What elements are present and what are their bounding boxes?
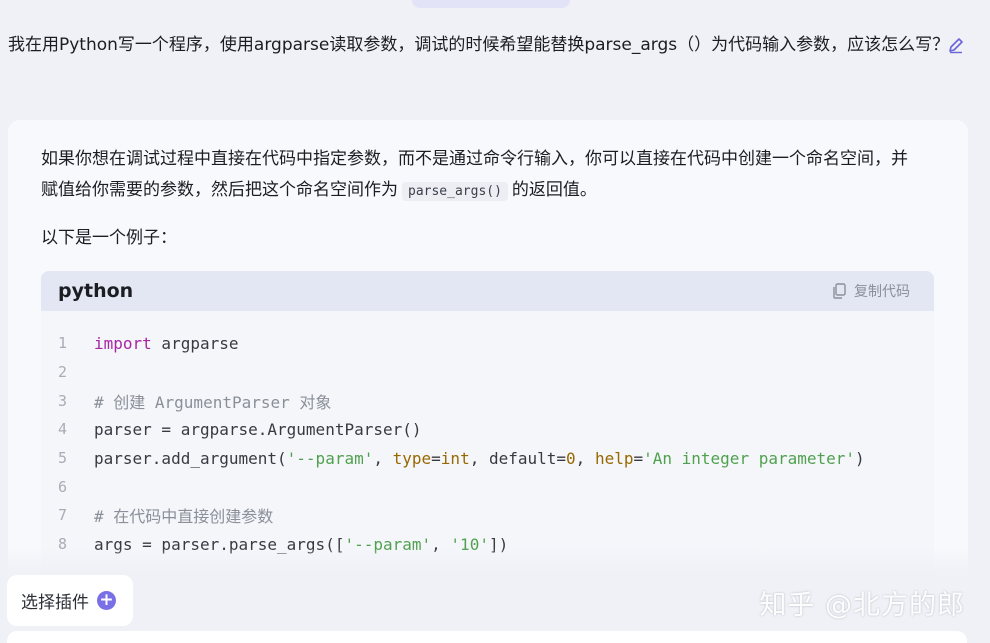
code-language: python <box>58 280 134 302</box>
top-tab-indicator <box>412 0 570 8</box>
code-token: '--param' <box>286 448 374 468</box>
line-number: 1 <box>58 334 68 353</box>
code-token: 0 <box>566 448 576 468</box>
code-token: = <box>431 448 441 468</box>
inline-code: parse_args() <box>402 182 508 201</box>
code-body: 1 import argparse 2 3 # 创建 ArgumentParse… <box>41 311 934 559</box>
code-text: parser = argparse.ArgumentParser() <box>94 419 422 439</box>
code-line: 1 import argparse <box>41 329 934 358</box>
code-token: , <box>575 448 595 468</box>
copy-code-label: 复制代码 <box>854 284 910 300</box>
select-plugin-button[interactable]: 选择插件 + <box>7 575 133 626</box>
code-comment: # 在代码中直接创建参数 <box>94 507 274 527</box>
code-token: , default= <box>469 448 567 468</box>
answer-paragraph-1: 如果你想在调试过程中直接在代码中指定参数，而不是通过命令行输入，你可以直接在代码… <box>41 144 921 207</box>
select-plugin-label: 选择插件 <box>21 593 89 613</box>
user-message-text: 我在用Python写一个程序，使用argparse读取参数，调试的时候希望能替换… <box>8 35 950 55</box>
code-token: argparse <box>151 333 239 353</box>
code-header: python 复制代码 <box>41 271 934 311</box>
line-number: 4 <box>58 420 68 439</box>
plus-icon: + <box>97 591 116 610</box>
code-token: , <box>373 448 393 468</box>
edit-message-button[interactable] <box>942 33 970 57</box>
code-line: 3 # 创建 ArgumentParser 对象 <box>41 386 934 415</box>
code-text: parser.add_argument('--param', type=int,… <box>94 449 865 468</box>
code-token: = <box>633 448 644 468</box>
code-token: import <box>94 333 152 353</box>
code-line: 5 parser.add_argument('--param', type=in… <box>41 444 934 473</box>
code-line: 2 <box>41 358 934 387</box>
answer-paragraph-2: 以下是一个例子： <box>41 228 177 248</box>
line-number: 6 <box>58 477 68 496</box>
code-token: 'An integer parameter' <box>643 448 856 468</box>
code-token: type <box>392 448 432 468</box>
code-token: int <box>440 448 470 468</box>
line-number: 3 <box>58 391 68 410</box>
code-token: parser.add_argument( <box>94 448 287 468</box>
code-comment: # 创建 ArgumentParser 对象 <box>94 392 332 412</box>
chat-input-area[interactable] <box>7 631 967 643</box>
line-number: 7 <box>58 506 68 525</box>
code-line: 6 <box>41 472 934 501</box>
code-line: 4 parser = argparse.ArgumentParser() <box>41 415 934 444</box>
code-text: import argparse <box>94 334 239 353</box>
copy-code-button[interactable]: 复制代码 <box>832 281 910 301</box>
user-message: 我在用Python写一个程序，使用argparse读取参数，调试的时候希望能替换… <box>8 31 958 60</box>
watermark: 知乎 @北方的郎 <box>759 590 965 621</box>
answer-paragraph-1-tail: 的返回值。 <box>511 180 597 200</box>
line-number: 5 <box>58 449 68 468</box>
line-number: 2 <box>58 363 68 382</box>
edit-icon <box>949 38 963 54</box>
code-token: ) <box>855 448 865 468</box>
code-token: help <box>594 448 634 468</box>
copy-icon <box>833 283 846 299</box>
code-line: 7 # 在代码中直接创建参数 <box>41 501 934 530</box>
